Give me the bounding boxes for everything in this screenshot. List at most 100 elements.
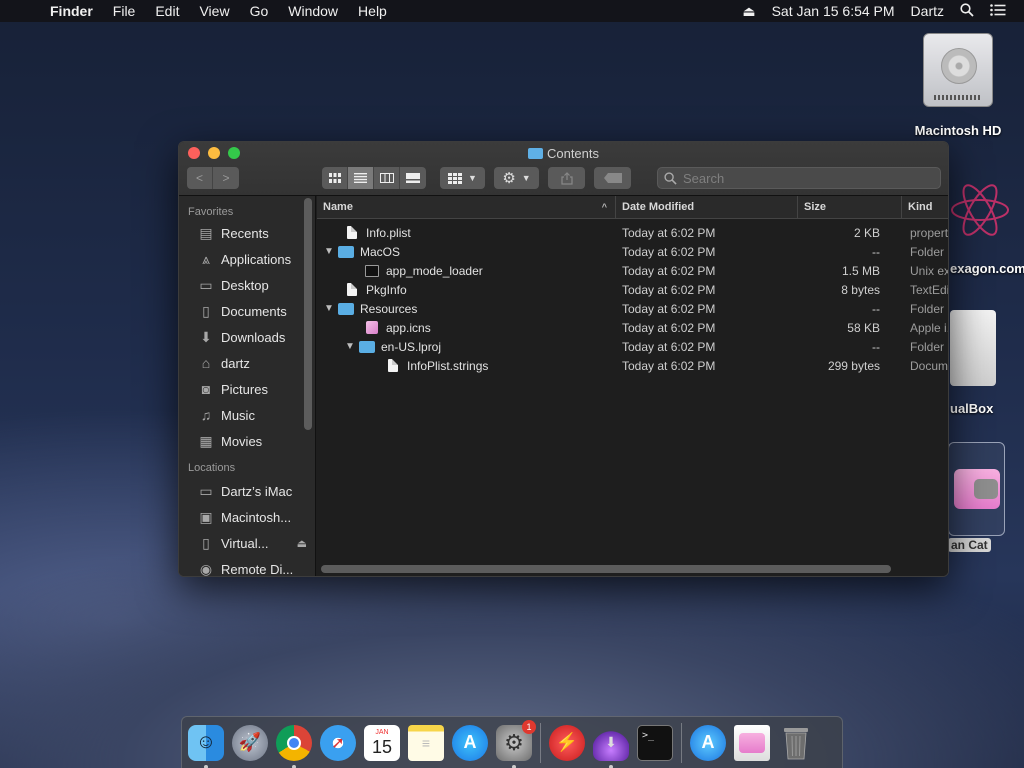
sidebar-item-label: Documents bbox=[221, 303, 287, 319]
table-row[interactable]: app.icns Today at 6:02 PM 58 KB Apple i.… bbox=[317, 318, 948, 337]
menu-window[interactable]: Window bbox=[278, 3, 348, 19]
desktop-icon-label: an Cat bbox=[948, 538, 991, 552]
column-header-kind[interactable]: Kind bbox=[902, 196, 948, 219]
sidebar-item-label: Desktop bbox=[221, 277, 269, 293]
dock-app-store-downloads[interactable]: A bbox=[690, 724, 726, 761]
dock-trash[interactable] bbox=[778, 725, 814, 761]
document-icon bbox=[344, 226, 360, 240]
table-row[interactable]: ▼ en-US.lproj Today at 6:02 PM -- Folder bbox=[317, 337, 948, 356]
menu-app-name[interactable]: Finder bbox=[44, 3, 103, 19]
icon-view-button[interactable] bbox=[322, 167, 348, 189]
table-row[interactable]: ▼ Resources Today at 6:02 PM -- Folder bbox=[317, 299, 948, 318]
sidebar-item-label: Recents bbox=[221, 225, 269, 241]
sidebar-item-recents[interactable]: ▤ Recents bbox=[179, 220, 315, 246]
dock-notes[interactable]: ≡ bbox=[408, 724, 444, 761]
menu-view[interactable]: View bbox=[189, 3, 239, 19]
desktop-icon-hexagon[interactable]: exagon.com bbox=[940, 168, 1024, 276]
finder-window: Contents < > ▼ ⚙ ▼ Search Favorites ▤ Re… bbox=[178, 141, 949, 577]
file-date: Today at 6:02 PM bbox=[622, 282, 716, 297]
sidebar-section-locations: Locations bbox=[188, 462, 236, 474]
notification-center-icon[interactable] bbox=[982, 3, 1014, 19]
desktop-icon-nyan-cat[interactable]: an Cat bbox=[948, 442, 1006, 552]
file-name: PkgInfo bbox=[366, 282, 407, 297]
menu-help[interactable]: Help bbox=[348, 3, 397, 19]
action-menu-button[interactable]: ⚙ ▼ bbox=[494, 167, 539, 189]
spotlight-icon[interactable] bbox=[952, 2, 982, 20]
sidebar-item-desktop[interactable]: ▭ Desktop bbox=[179, 272, 315, 298]
user-menu[interactable]: Dartz bbox=[903, 3, 952, 19]
file-size: 2 KB bbox=[853, 225, 880, 240]
horizontal-scrollbar[interactable] bbox=[321, 565, 891, 573]
sidebar-item-label: Applications bbox=[221, 251, 292, 267]
column-view-button[interactable] bbox=[374, 167, 400, 189]
table-row[interactable]: InfoPlist.strings Today at 6:02 PM 299 b… bbox=[317, 356, 948, 375]
sort-ascending-icon: ^ bbox=[601, 202, 607, 212]
sidebar-item-documents[interactable]: ▯ Documents bbox=[179, 298, 315, 324]
share-button[interactable] bbox=[548, 167, 585, 189]
sidebar-item-applications[interactable]: ⩓ Applications bbox=[179, 246, 315, 272]
dock-installer[interactable]: ⬇ bbox=[593, 724, 629, 768]
chrome-icon bbox=[287, 735, 301, 750]
sidebar-item-movies[interactable]: ▦ Movies bbox=[179, 428, 315, 454]
search-field[interactable] bbox=[657, 167, 941, 189]
disclosure-triangle-icon[interactable]: ▼ bbox=[344, 341, 356, 352]
file-name: InfoPlist.strings bbox=[407, 358, 489, 373]
folder-icon bbox=[359, 340, 375, 354]
dock-nyan-cat[interactable] bbox=[734, 724, 770, 761]
column-header-date[interactable]: Date Modified bbox=[616, 195, 798, 219]
group-by-button[interactable]: ▼ bbox=[440, 167, 485, 189]
desktop-icon-label: exagon.com bbox=[950, 261, 1024, 276]
column-header-size[interactable]: Size bbox=[798, 195, 902, 219]
menu-go[interactable]: Go bbox=[240, 3, 279, 19]
applications-icon: ⩓ bbox=[202, 250, 210, 267]
menu-file[interactable]: File bbox=[103, 3, 146, 19]
sidebar-item-music[interactable]: ♫ Music bbox=[179, 402, 315, 428]
gallery-view-button[interactable] bbox=[400, 167, 426, 189]
nav-back-forward: < > bbox=[187, 167, 239, 189]
disclosure-triangle-icon[interactable]: ▼ bbox=[323, 246, 335, 257]
dock-flash-app[interactable]: ⚡ bbox=[549, 724, 585, 761]
dock-chrome[interactable] bbox=[276, 724, 312, 768]
dock-terminal[interactable]: >_ bbox=[637, 724, 673, 761]
desktop-icon-virtualbox[interactable]: ualBox bbox=[948, 310, 1024, 416]
file-kind: TextEdit bbox=[910, 282, 948, 297]
sidebar-item-pictures[interactable]: ◙ Pictures bbox=[179, 376, 315, 402]
disclosure-triangle-icon[interactable]: ▼ bbox=[323, 303, 335, 314]
computer-icon: ▭ bbox=[199, 482, 213, 499]
forward-button[interactable]: > bbox=[213, 167, 239, 189]
table-row[interactable]: Info.plist Today at 6:02 PM 2 KB propert… bbox=[317, 223, 948, 242]
dock-separator bbox=[540, 722, 541, 763]
sidebar-scrollbar[interactable] bbox=[304, 198, 312, 430]
table-row[interactable]: app_mode_loader Today at 6:02 PM 1.5 MB … bbox=[317, 261, 948, 280]
dock-system-preferences[interactable]: ⚙ 1 bbox=[496, 719, 536, 768]
sidebar-item-imac[interactable]: ▭ Dartz’s iMac bbox=[179, 478, 315, 504]
tags-button[interactable] bbox=[594, 167, 631, 189]
dock-calendar[interactable]: JAN 15 bbox=[364, 724, 400, 761]
sidebar-item-label: Music bbox=[221, 407, 255, 423]
sidebar-item-virtualbox[interactable]: ▯ Virtual... ⏏ bbox=[179, 530, 315, 556]
notes-icon: ≡ bbox=[421, 734, 431, 751]
sidebar-item-home[interactable]: ⌂ dartz bbox=[179, 350, 315, 376]
gear-icon: ⚙ bbox=[504, 729, 524, 755]
list-view-button[interactable] bbox=[348, 167, 374, 189]
search-input[interactable] bbox=[683, 170, 883, 186]
column-header-name[interactable]: Name ^ bbox=[317, 195, 616, 219]
dock-safari[interactable]: ➚ bbox=[320, 724, 356, 761]
sidebar-item-downloads[interactable]: ⬇ Downloads bbox=[179, 324, 315, 350]
table-row[interactable]: PkgInfo Today at 6:02 PM 8 bytes TextEdi… bbox=[317, 280, 948, 299]
desktop-icon-macintosh-hd[interactable]: Macintosh HD bbox=[908, 33, 1008, 138]
table-row[interactable]: ▼ MacOS Today at 6:02 PM -- Folder bbox=[317, 242, 948, 261]
clock[interactable]: Sat Jan 15 6:54 PM bbox=[764, 3, 903, 19]
home-icon: ⌂ bbox=[201, 355, 211, 371]
eject-menu-icon[interactable]: ⏏ bbox=[734, 3, 763, 20]
sidebar-item-remote-disc[interactable]: ◉ Remote Di... bbox=[179, 556, 315, 577]
eject-icon[interactable]: ⏏ bbox=[297, 537, 307, 550]
file-name: en-US.lproj bbox=[381, 339, 442, 354]
column-header-label: Kind bbox=[908, 201, 933, 213]
dock-finder[interactable]: ☺ bbox=[188, 724, 224, 768]
dock-app-store[interactable]: A bbox=[452, 724, 488, 761]
sidebar-item-macintosh-hd[interactable]: ▣ Macintosh... bbox=[179, 504, 315, 530]
back-button[interactable]: < bbox=[187, 167, 213, 189]
menu-edit[interactable]: Edit bbox=[145, 3, 189, 19]
dock-launchpad[interactable]: 🚀 bbox=[232, 724, 268, 761]
